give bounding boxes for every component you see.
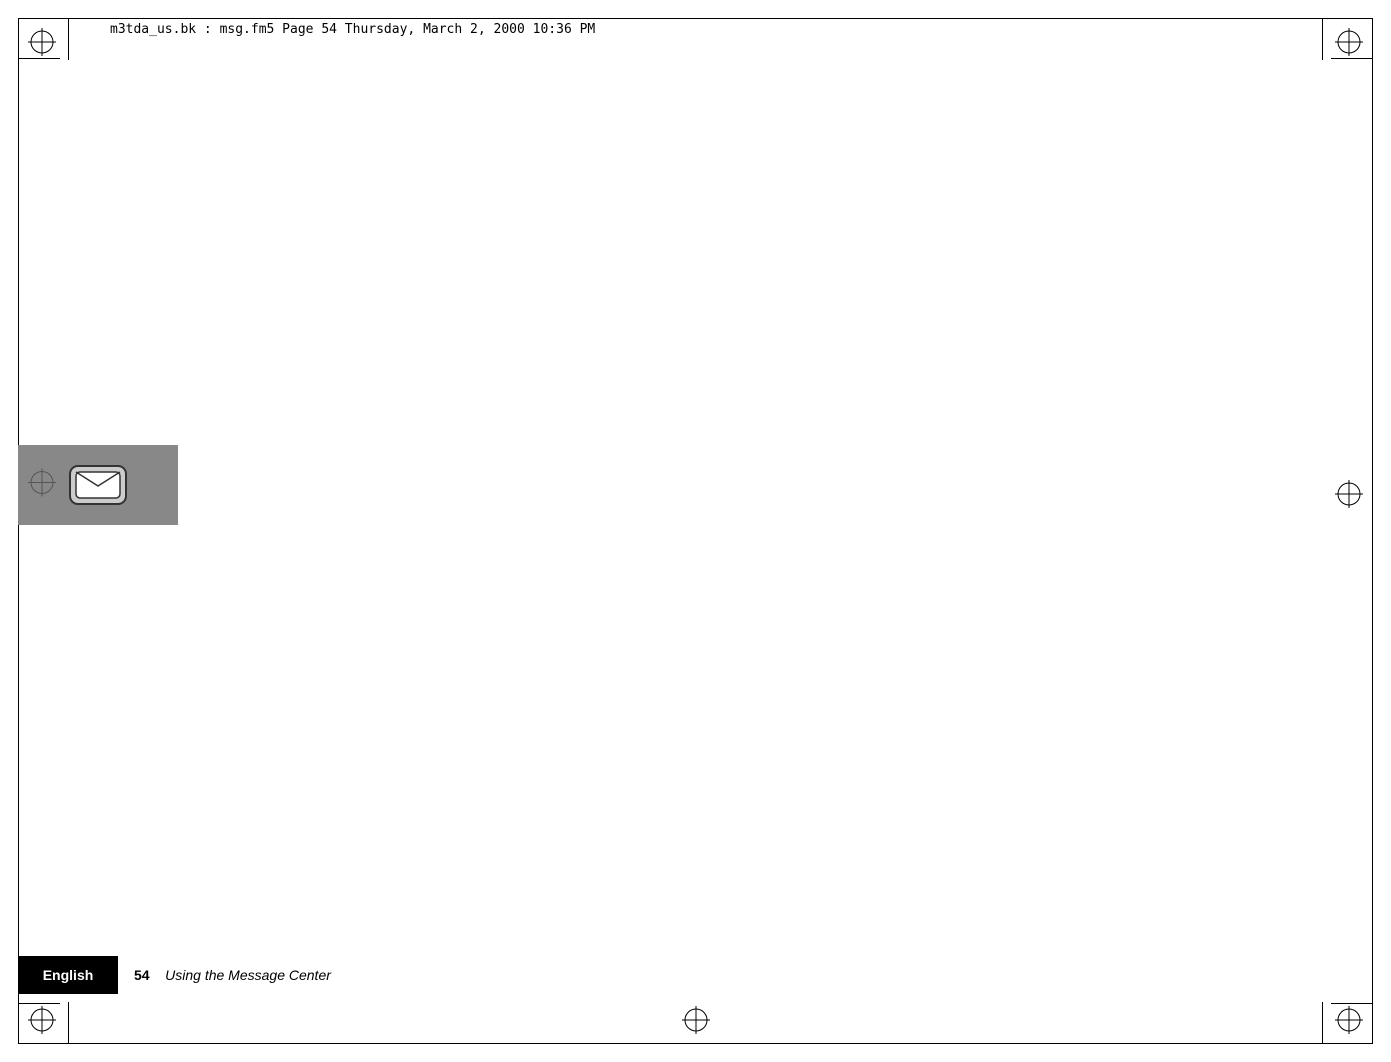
reg-mark-bottom-center: [682, 1006, 710, 1034]
reg-mark-bottom-left: [28, 1006, 56, 1034]
right-vline-bottom: [1322, 1002, 1323, 1044]
page-title-spacer: [153, 967, 161, 983]
image-block: [18, 445, 178, 525]
border-line-top-right: [1331, 58, 1373, 59]
left-vline-top: [68, 18, 69, 60]
footer-bar: English 54 Using the Message Center: [18, 956, 1373, 994]
right-vline-top: [1322, 18, 1323, 60]
reg-mark-mid-right: [1335, 480, 1363, 508]
border-line-top-left: [18, 58, 60, 59]
footer-page-info: 54 Using the Message Center: [134, 967, 331, 983]
border-line-bottom-left: [18, 1003, 60, 1004]
page-border: [18, 18, 1373, 1044]
page-title: Using the Message Center: [165, 967, 331, 983]
left-vline-bottom: [68, 1002, 69, 1044]
mail-icon: [68, 464, 128, 506]
reg-mark-bottom-right: [1335, 1006, 1363, 1034]
reg-mark-block-left: [28, 469, 56, 497]
english-badge: English: [18, 956, 118, 994]
reg-mark-top-right: [1335, 28, 1363, 56]
reg-mark-top-left: [28, 28, 56, 56]
header-text: m3tda_us.bk : msg.fm5 Page 54 Thursday, …: [110, 22, 595, 37]
page-number: 54: [134, 967, 150, 983]
border-line-bottom-right: [1331, 1003, 1373, 1004]
